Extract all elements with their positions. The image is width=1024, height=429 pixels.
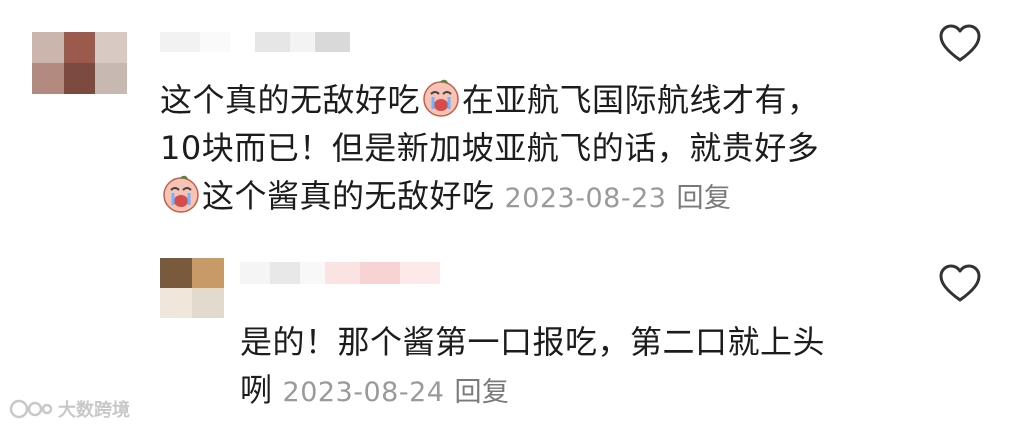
reply-button[interactable]: 回复 [454,377,509,408]
comment-text: 这个真的无敌好吃 在亚航飞国际航线才有， 10块而已！但是新加坡亚航飞的话，就贵… [160,76,920,223]
watermark: 大数跨境 [8,396,130,422]
heart-icon[interactable] [938,24,982,64]
comment-text-line: 10块而已！但是新加坡亚航飞的话，就贵好多 [160,129,820,167]
crying-face-emoji [163,175,199,213]
username-redacted[interactable] [160,32,350,52]
crying-face-emoji [423,79,459,117]
comment-date: 2023-08-23 [504,183,667,214]
comment-text-segment: 这个真的无敌好吃 [160,81,421,119]
comment-date: 2023-08-24 [282,377,445,408]
heart-icon[interactable] [938,264,982,304]
logo-icon [9,399,53,419]
avatar[interactable] [32,32,127,94]
reply-button[interactable]: 回复 [676,183,731,214]
avatar[interactable] [160,258,224,318]
reply-text-line: 咧 [240,371,273,409]
comment-text-segment: 这个酱真的无敌好吃 [202,177,495,215]
comment-text-segment: 在亚航飞国际航线才有， [462,81,820,119]
username-redacted[interactable] [240,262,440,284]
watermark-text: 大数跨境 [58,400,130,421]
reply-text-line: 是的！那个酱第一口报吃，第二口就上头 [240,323,826,361]
reply-text: 是的！那个酱第一口报吃，第二口就上头 咧 2023-08-24 回复 [240,318,890,417]
